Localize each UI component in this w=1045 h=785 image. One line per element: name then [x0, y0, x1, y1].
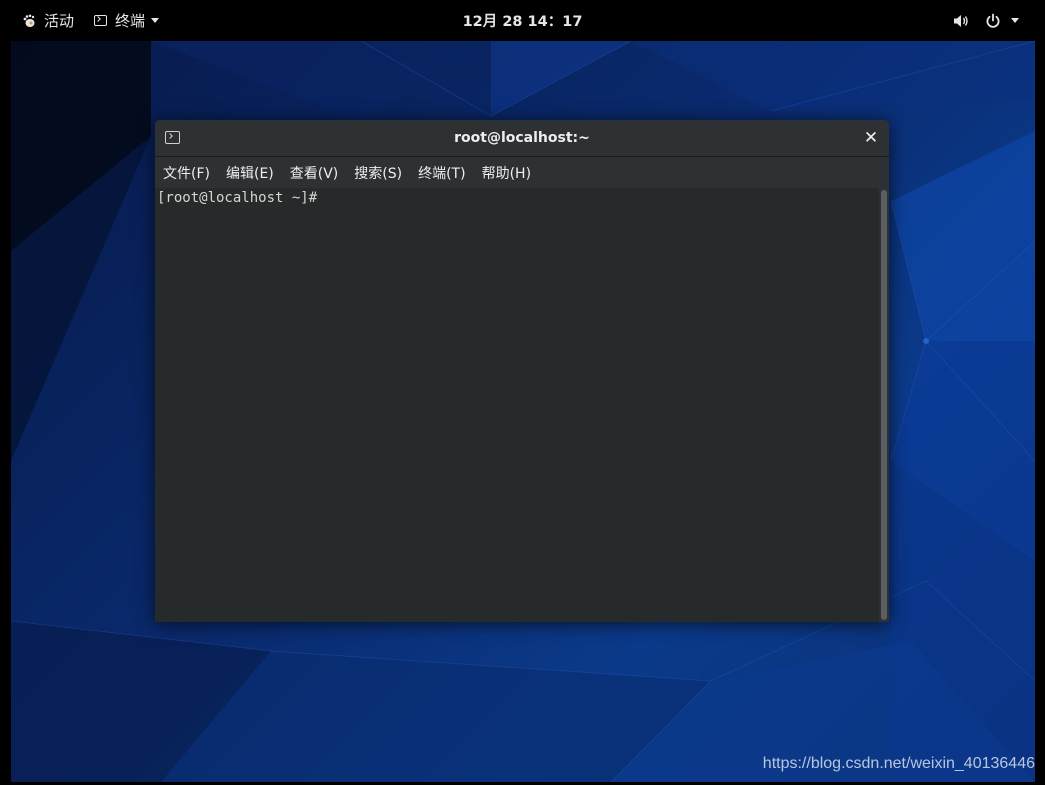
- close-icon: ✕: [863, 128, 879, 148]
- terminal-icon: [165, 131, 180, 144]
- top-bar: 活动 终端 12月 28 14：17: [0, 0, 1045, 41]
- power-icon: [986, 13, 1000, 28]
- gnome-foot-icon: [23, 14, 35, 27]
- menu-item-search[interactable]: 搜索(S): [346, 163, 410, 183]
- chevron-down-icon: [1011, 18, 1019, 23]
- volume-icon: [954, 14, 968, 27]
- app-menu-button[interactable]: 终端: [94, 0, 160, 41]
- menu-item-view[interactable]: 查看(V): [282, 163, 347, 183]
- close-button[interactable]: ✕: [861, 128, 881, 148]
- activities-label: 活动: [44, 12, 75, 30]
- activities-button[interactable]: 活动: [22, 0, 74, 41]
- clock-label[interactable]: 12月 28 14：17: [463, 10, 583, 31]
- menu-bar: 文件(F) 编辑(E) 查看(V) 搜索(S) 终端(T) 帮助(H): [155, 157, 889, 188]
- scrollbar-thumb[interactable]: [881, 190, 887, 620]
- window-titlebar[interactable]: root@localhost:~ ✕: [155, 120, 889, 157]
- menu-item-file[interactable]: 文件(F): [155, 163, 218, 183]
- terminal-icon: [94, 15, 107, 26]
- menu-item-edit[interactable]: 编辑(E): [218, 163, 282, 183]
- terminal-output-area[interactable]: [root@localhost ~]#: [155, 188, 889, 622]
- shell-prompt: [root@localhost ~]#: [157, 190, 318, 206]
- terminal-window: root@localhost:~ ✕ 文件(F) 编辑(E) 查看(V) 搜索(…: [155, 120, 889, 622]
- chevron-down-icon: [151, 18, 160, 23]
- window-title: root@localhost:~: [454, 130, 590, 146]
- menu-item-help[interactable]: 帮助(H): [474, 163, 539, 183]
- system-menu-button[interactable]: [953, 0, 1019, 41]
- app-menu-label: 终端: [115, 12, 146, 30]
- watermark-text: https://blog.csdn.net/weixin_40136446: [762, 755, 1035, 772]
- menu-item-terminal[interactable]: 终端(T): [410, 163, 473, 183]
